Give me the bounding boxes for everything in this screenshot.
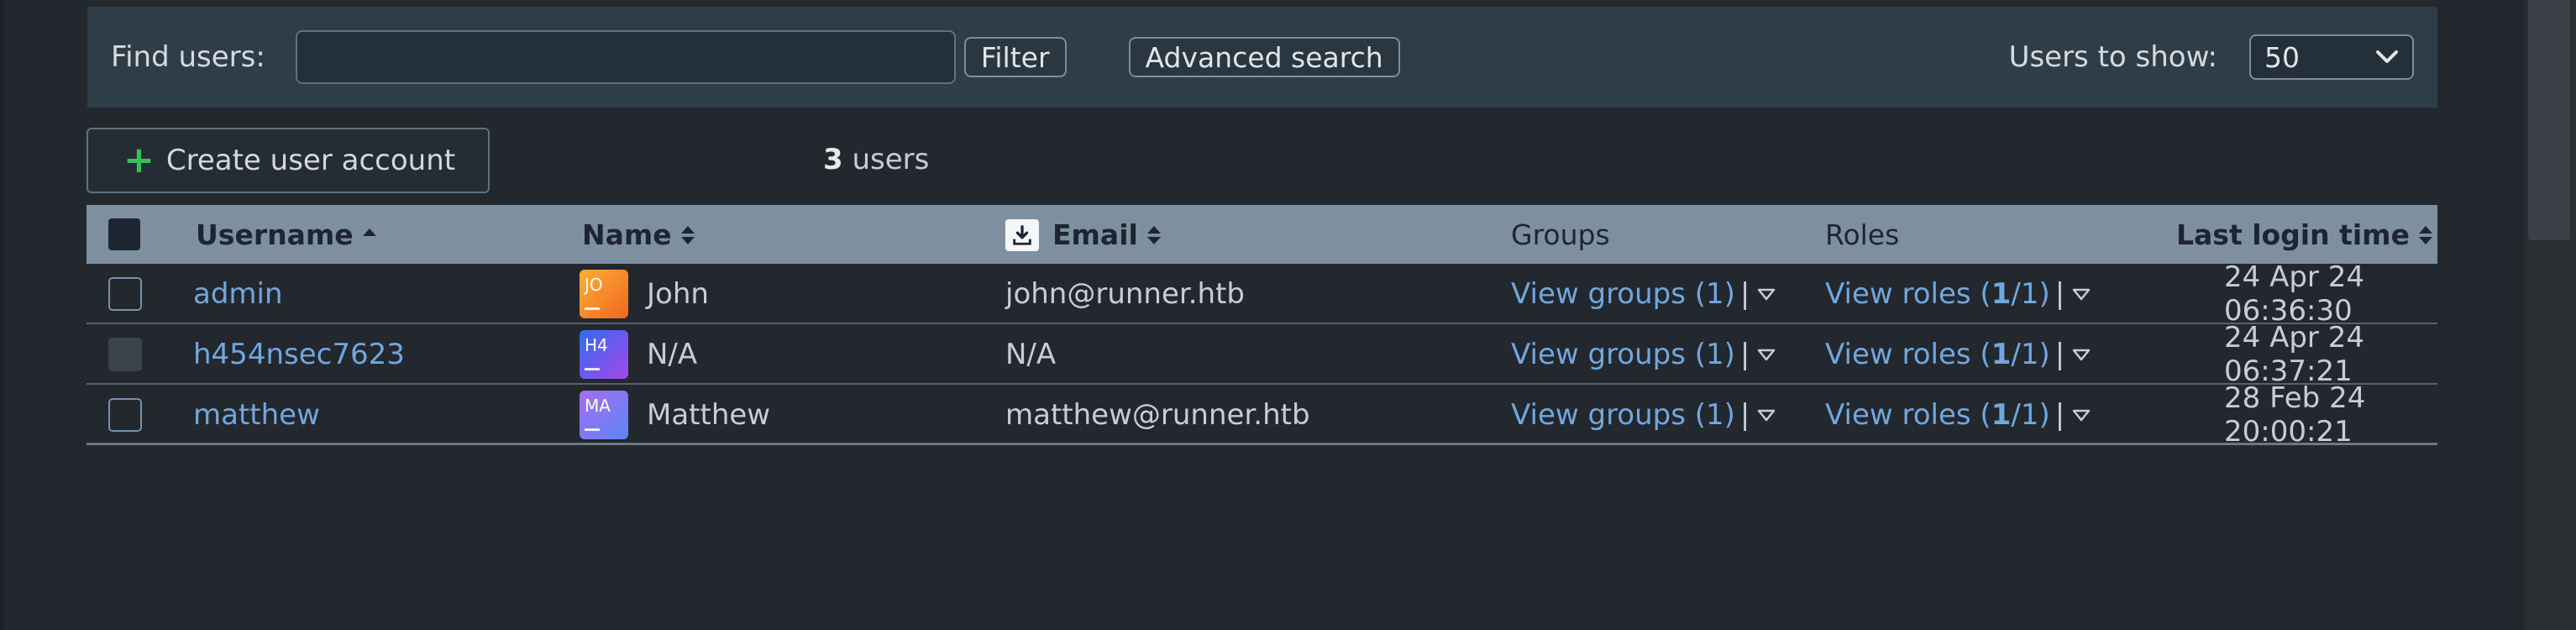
view-groups-link[interactable]: View groups (1) (1511, 277, 1735, 311)
column-header-name[interactable]: Name (582, 218, 697, 251)
groups-cell: View groups (1) | (1511, 385, 1776, 445)
chevron-down-icon (2376, 50, 2398, 63)
select-all-checkbox[interactable] (108, 218, 140, 250)
view-groups-link[interactable]: View groups (1) (1511, 398, 1735, 432)
roles-count: 1 (1991, 277, 2012, 311)
roles-count: 1 (1991, 398, 2012, 432)
sort-icon (680, 225, 695, 244)
separator: | (1739, 338, 1750, 371)
separator: | (1739, 277, 1750, 311)
roles-suffix: /1) (2011, 277, 2050, 311)
column-label-groups: Groups (1511, 218, 1610, 251)
advanced-search-button[interactable]: Advanced search (1128, 37, 1400, 77)
user-count-number: 3 (823, 143, 843, 176)
roles-prefix: View roles ( (1825, 277, 1991, 311)
last-login-text: 24 Apr 24 06:37:21 (2224, 321, 2364, 388)
sort-icon (2418, 225, 2432, 244)
avatar: H4 (580, 330, 628, 379)
sort-ascending-icon (362, 228, 376, 236)
dropdown-triangle-icon[interactable] (1756, 286, 1776, 302)
column-header-email[interactable]: Email (1005, 218, 1163, 251)
name-cell: H4 N/A (580, 324, 697, 385)
row-checkbox[interactable] (108, 398, 142, 432)
row-checkbox[interactable] (108, 277, 142, 311)
separator: | (2054, 277, 2065, 311)
view-roles-link[interactable]: View roles (1/1) (1825, 398, 2050, 432)
groups-cell: View groups (1) | (1511, 324, 1776, 385)
scrollbar-thumb[interactable] (2528, 0, 2570, 240)
roles-cell: View roles (1/1) | (1825, 385, 2091, 445)
sort-icon (1146, 225, 1161, 244)
roles-prefix: View roles ( (1825, 398, 1991, 432)
filter-button[interactable]: Filter (963, 37, 1067, 77)
table-row: admin JO John john@runner.htb View group… (87, 260, 2437, 328)
username-link[interactable]: h454nsec7623 (193, 324, 405, 385)
table-row: matthew MA Matthew matthew@runner.htb Vi… (87, 381, 2437, 449)
last-login-text: 28 Feb 24 20:00:21 (2224, 381, 2366, 449)
download-icon[interactable] (1005, 218, 1039, 251)
plus-icon: + (123, 139, 155, 181)
column-label-email: Email (1052, 218, 1138, 251)
column-label-roles: Roles (1825, 218, 1900, 251)
find-users-label: Find users: (111, 40, 265, 74)
column-header-groups: Groups (1511, 218, 1610, 251)
separator: | (2054, 398, 2065, 432)
users-to-show-label: Users to show: (2008, 40, 2217, 74)
column-header-username[interactable]: Username (196, 218, 379, 251)
name-cell: MA Matthew (580, 385, 770, 445)
user-count-suffix: users (842, 143, 930, 176)
dropdown-triangle-icon[interactable] (2071, 286, 2091, 302)
roles-suffix: /1) (2011, 398, 2050, 432)
table-row: h454nsec7623 H4 N/A N/A View groups (1) … (87, 321, 2437, 388)
avatar: MA (580, 391, 628, 439)
column-label-name: Name (582, 218, 672, 251)
create-user-account-label: Create user account (165, 144, 456, 177)
user-count: 3 users (823, 143, 929, 176)
column-label-last-login: Last login time (2176, 218, 2410, 251)
dropdown-triangle-icon[interactable] (2071, 407, 2091, 423)
roles-cell: View roles (1/1) | (1825, 264, 2091, 324)
user-search-bar: Find users: Filter Advanced search Users… (87, 7, 2437, 108)
roles-count: 1 (1991, 338, 2012, 371)
view-roles-link[interactable]: View roles (1/1) (1825, 277, 2050, 311)
name-text: John (647, 277, 709, 311)
name-cell: JO John (580, 264, 709, 324)
view-roles-link[interactable]: View roles (1/1) (1825, 338, 2050, 371)
column-header-last-login[interactable]: Last login time (2176, 218, 2435, 251)
row-checkbox-disabled (108, 338, 142, 371)
roles-suffix: /1) (2011, 338, 2050, 371)
username-link[interactable]: matthew (193, 385, 320, 445)
groups-cell: View groups (1) | (1511, 264, 1776, 324)
users-table: Username Name Email Groups Roles Last lo… (87, 205, 2437, 449)
dropdown-triangle-icon[interactable] (1756, 407, 1776, 423)
roles-cell: View roles (1/1) | (1825, 324, 2091, 385)
name-text: N/A (647, 338, 698, 371)
users-to-show-value: 50 (2264, 40, 2300, 74)
window-edge (0, 0, 3, 630)
email-text: N/A (1005, 338, 1057, 371)
find-users-input[interactable] (295, 30, 956, 84)
email-text: john@runner.htb (1005, 277, 1246, 311)
users-page: Find users: Filter Advanced search Users… (0, 0, 2576, 630)
view-groups-link[interactable]: View groups (1) (1511, 338, 1735, 371)
users-to-show-select[interactable]: 50 (2249, 34, 2414, 80)
last-login-text: 24 Apr 24 06:36:30 (2224, 260, 2364, 328)
table-header: Username Name Email Groups Roles Last lo… (87, 205, 2437, 264)
dropdown-triangle-icon[interactable] (2071, 347, 2091, 362)
email-text: matthew@runner.htb (1005, 398, 1310, 432)
avatar: JO (580, 270, 628, 318)
column-header-roles: Roles (1825, 218, 1899, 251)
separator: | (2054, 338, 2065, 371)
dropdown-triangle-icon[interactable] (1756, 347, 1776, 362)
separator: | (1739, 398, 1750, 432)
roles-prefix: View roles ( (1825, 338, 1991, 371)
username-link[interactable]: admin (193, 264, 283, 324)
column-label-username: Username (196, 218, 354, 251)
name-text: Matthew (647, 398, 771, 432)
create-user-account-button[interactable]: + Create user account (87, 128, 490, 193)
